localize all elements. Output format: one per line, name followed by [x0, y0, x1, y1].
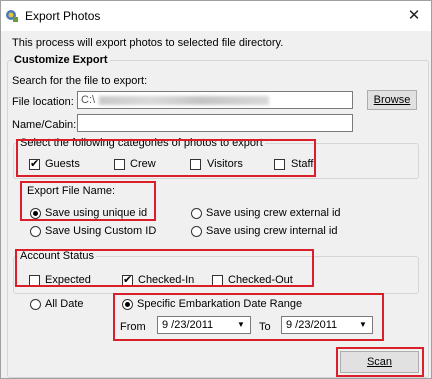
unique-id-radio[interactable] — [30, 208, 41, 219]
to-dropdown-arrow-icon[interactable]: ▼ — [356, 318, 370, 332]
staff-checkbox[interactable] — [274, 159, 285, 170]
checked-in-label: Checked-In — [138, 274, 195, 286]
from-label: From — [120, 321, 146, 333]
unique-id-label: Save using unique id — [45, 207, 148, 219]
expected-checkbox[interactable] — [29, 275, 40, 286]
browse-button[interactable]: Browse — [367, 90, 417, 110]
title-bar: Export Photos ✕ — [1, 1, 431, 31]
file-location-label: File location: — [12, 96, 74, 108]
browse-button-label: Browse — [373, 94, 411, 106]
name-cabin-label: Name/Cabin: — [12, 119, 77, 131]
custom-id-radio[interactable] — [30, 226, 41, 237]
specific-date-label: Specific Embarkation Date Range — [137, 298, 303, 310]
scan-button-label: Scan — [366, 356, 393, 368]
checked-out-checkbox[interactable] — [212, 275, 223, 286]
checked-in-checkbox[interactable] — [122, 273, 133, 287]
file-location-input[interactable]: C:\ — [77, 91, 353, 109]
name-cabin-input[interactable] — [77, 114, 353, 132]
all-date-radio[interactable] — [30, 299, 41, 310]
crew-external-id-radio[interactable] — [191, 208, 202, 219]
export-file-name-label: Export File Name: — [27, 185, 116, 197]
staff-label: Staff — [291, 158, 314, 170]
guests-label: Guests — [45, 158, 80, 170]
to-date-value: 9 /23/2011 — [286, 319, 338, 331]
all-date-label: All Date — [45, 298, 84, 310]
visitors-checkbox[interactable] — [190, 159, 201, 170]
custom-id-label: Save Using Custom ID — [45, 225, 157, 237]
visitors-label: Visitors — [207, 158, 243, 170]
checked-out-label: Checked-Out — [228, 274, 293, 286]
crew-label: Crew — [130, 158, 156, 170]
account-status-legend: Account Status — [20, 250, 94, 262]
categories-legend: Select the following categories of photo… — [20, 137, 263, 149]
to-label: To — [259, 321, 271, 333]
to-date-picker[interactable]: 9 /23/2011 ▼ — [281, 316, 373, 334]
window-title: Export Photos — [25, 9, 101, 23]
from-dropdown-arrow-icon[interactable]: ▼ — [234, 318, 248, 332]
export-photos-window: Export Photos ✕ This process will export… — [0, 0, 432, 379]
app-icon — [6, 10, 18, 22]
search-label: Search for the file to export: — [12, 75, 148, 87]
from-date-picker[interactable]: 9 /23/2011 ▼ — [157, 316, 251, 334]
specific-date-radio[interactable] — [122, 299, 133, 310]
from-date-value: 9 /23/2011 — [162, 319, 214, 331]
expected-label: Expected — [45, 274, 91, 286]
guests-checkbox[interactable] — [29, 157, 40, 171]
file-location-value: C:\ — [81, 94, 96, 106]
intro-text: This process will export photos to selec… — [12, 37, 284, 49]
crew-internal-id-label: Save using crew internal id — [206, 225, 338, 237]
account-status-group: Account Status — [13, 250, 419, 294]
redacted-path — [99, 95, 270, 105]
crew-external-id-label: Save using crew external id — [206, 207, 341, 219]
scan-button[interactable]: Scan — [340, 351, 419, 373]
customize-export-legend: Customize Export — [14, 54, 108, 66]
close-icon[interactable]: ✕ — [403, 5, 425, 27]
crew-internal-id-radio[interactable] — [191, 226, 202, 237]
crew-checkbox[interactable] — [114, 159, 125, 170]
